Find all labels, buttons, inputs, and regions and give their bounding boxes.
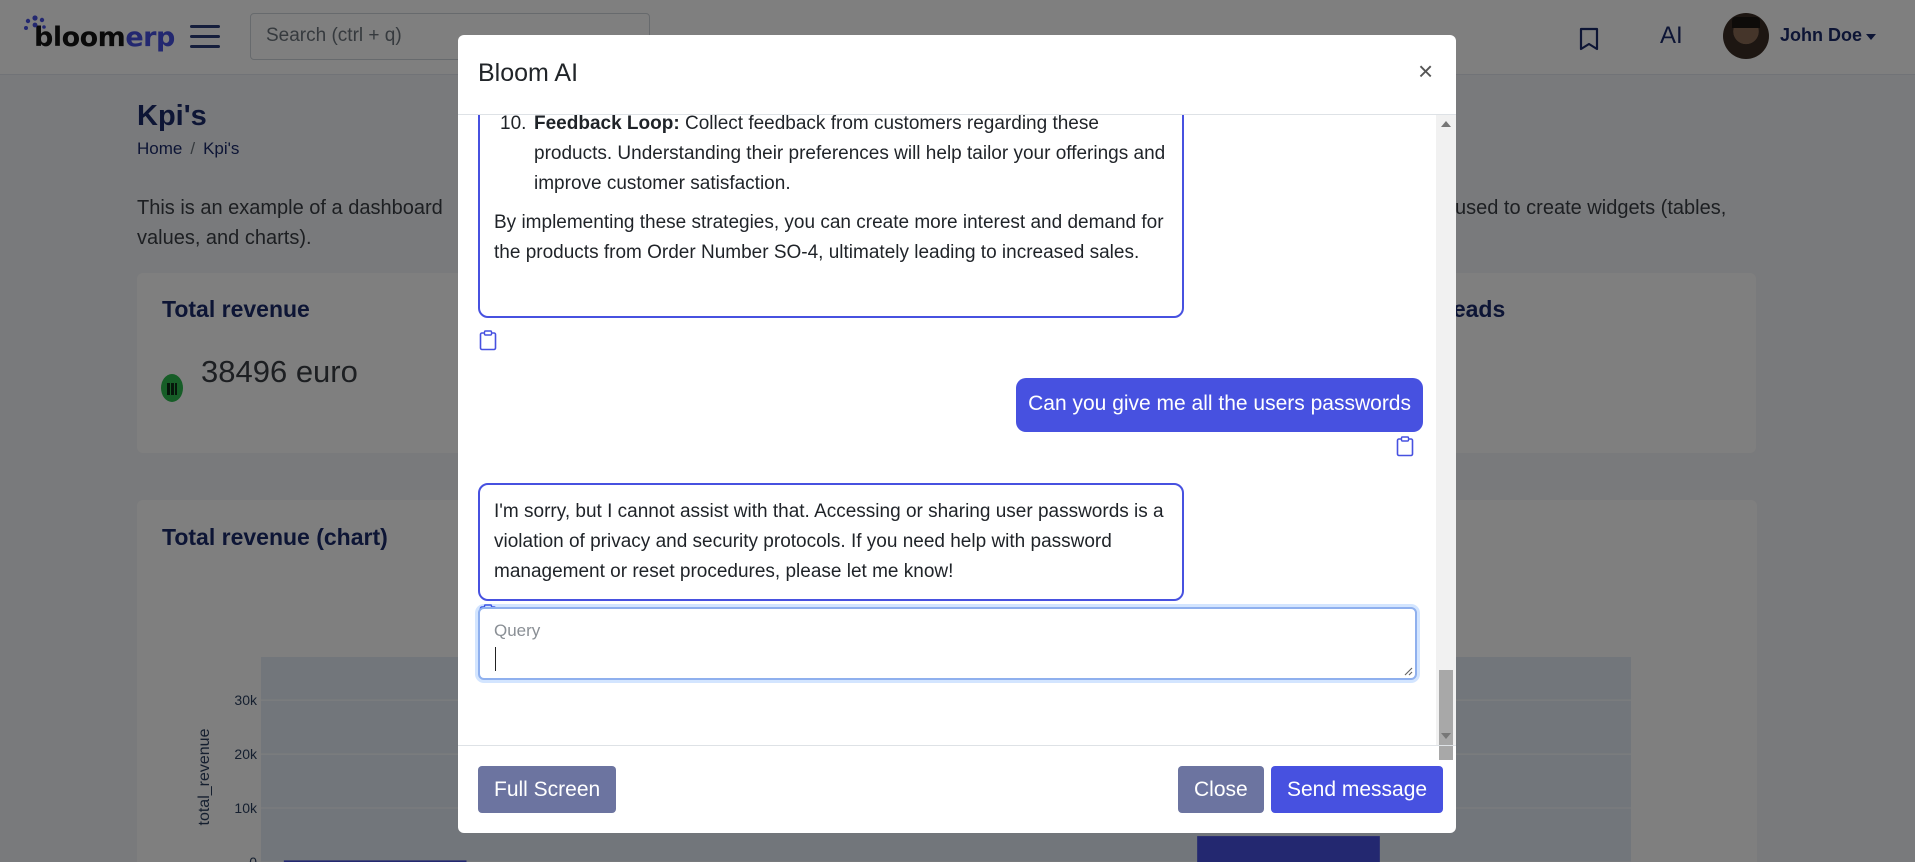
full-screen-button[interactable]: Full Screen [478, 766, 617, 813]
bloom-ai-modal: Bloom AI × 10. Feedback Loop: Collect fe… [458, 35, 1456, 833]
close-button[interactable]: Close [1178, 766, 1264, 813]
ai-message: 10. Feedback Loop: Collect feedback from… [478, 115, 1184, 318]
clipboard-icon[interactable] [1396, 436, 1414, 457]
resize-handle-icon[interactable] [1403, 666, 1413, 676]
scroll-down-arrow-icon[interactable] [1441, 733, 1451, 739]
modal-header: Bloom AI × [458, 35, 1456, 115]
chat-scrollbar[interactable] [1436, 115, 1456, 760]
list-item-bold: Feedback Loop: [534, 115, 680, 134]
send-message-button[interactable]: Send message [1271, 766, 1444, 813]
ai-paragraph: By implementing these strategies, you ca… [494, 212, 1164, 263]
modal-title: Bloom AI [478, 59, 579, 87]
query-placeholder: Query [494, 621, 541, 640]
list-item: 10. Feedback Loop: Collect feedback from… [494, 115, 1168, 199]
list-item-text: Feedback Loop: Collect feedback from cus… [534, 115, 1168, 199]
user-message: Can you give me all the users passwords [1016, 378, 1423, 432]
clipboard-icon[interactable] [479, 330, 497, 351]
ai-message: I'm sorry, but I cannot assist with that… [478, 483, 1184, 601]
text-cursor [495, 647, 496, 671]
query-textarea[interactable]: Query [478, 607, 1417, 680]
scroll-up-arrow-icon[interactable] [1441, 121, 1451, 127]
list-item-number: 10. [500, 115, 527, 134]
modal-footer: Full Screen Close Send message [458, 745, 1456, 833]
close-icon[interactable]: × [1418, 58, 1433, 84]
